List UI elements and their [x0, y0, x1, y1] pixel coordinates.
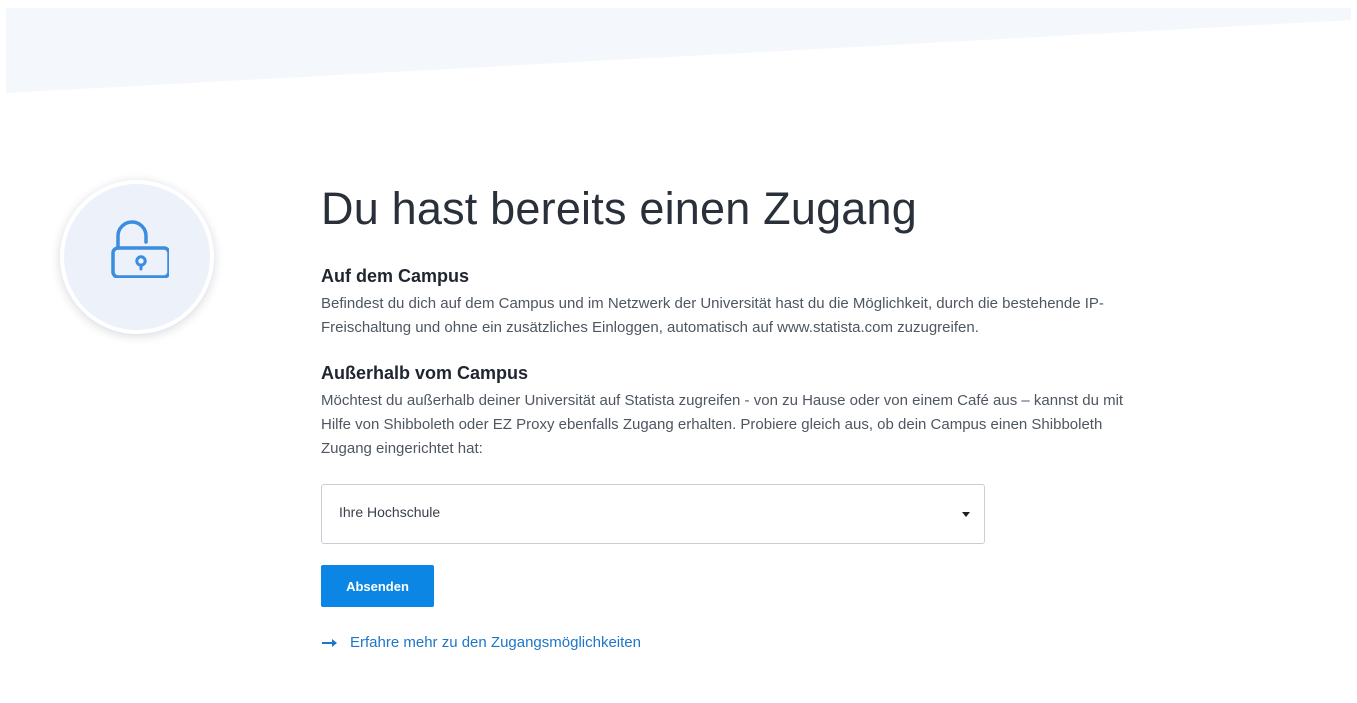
chevron-down-icon [962, 512, 970, 517]
learn-more-link[interactable]: Erfahre mehr zu den Zugangsmöglichkeiten [321, 634, 1151, 651]
on-campus-section: Auf dem Campus Befindest du dich auf dem… [321, 264, 1151, 340]
university-select[interactable]: Ihre Hochschule [321, 484, 985, 544]
learn-more-label: Erfahre mehr zu den Zugangsmöglichkeiten [350, 634, 641, 651]
lock-badge [60, 180, 214, 334]
university-select-value: Ihre Hochschule [339, 504, 441, 520]
on-campus-heading: Auf dem Campus [321, 266, 470, 286]
arrow-right-icon [322, 638, 337, 647]
page-title: Du hast bereits einen Zugang [321, 183, 917, 234]
off-campus-section: Außerhalb vom Campus Möchtest du außerha… [321, 361, 1151, 461]
on-campus-text: Befindest du dich auf dem Campus und im … [321, 295, 1104, 336]
page: Du hast bereits einen Zugang Auf dem Cam… [0, 0, 1357, 703]
off-campus-heading: Außerhalb vom Campus [321, 363, 529, 383]
access-content: Du hast bereits einen Zugang Auf dem Cam… [321, 178, 1151, 651]
lock-icon [111, 220, 169, 278]
top-decorative-band [6, 8, 1351, 93]
off-campus-text: Möchtest du außerhalb deiner Universität… [321, 392, 1124, 457]
submit-button[interactable]: Absenden [321, 565, 434, 607]
